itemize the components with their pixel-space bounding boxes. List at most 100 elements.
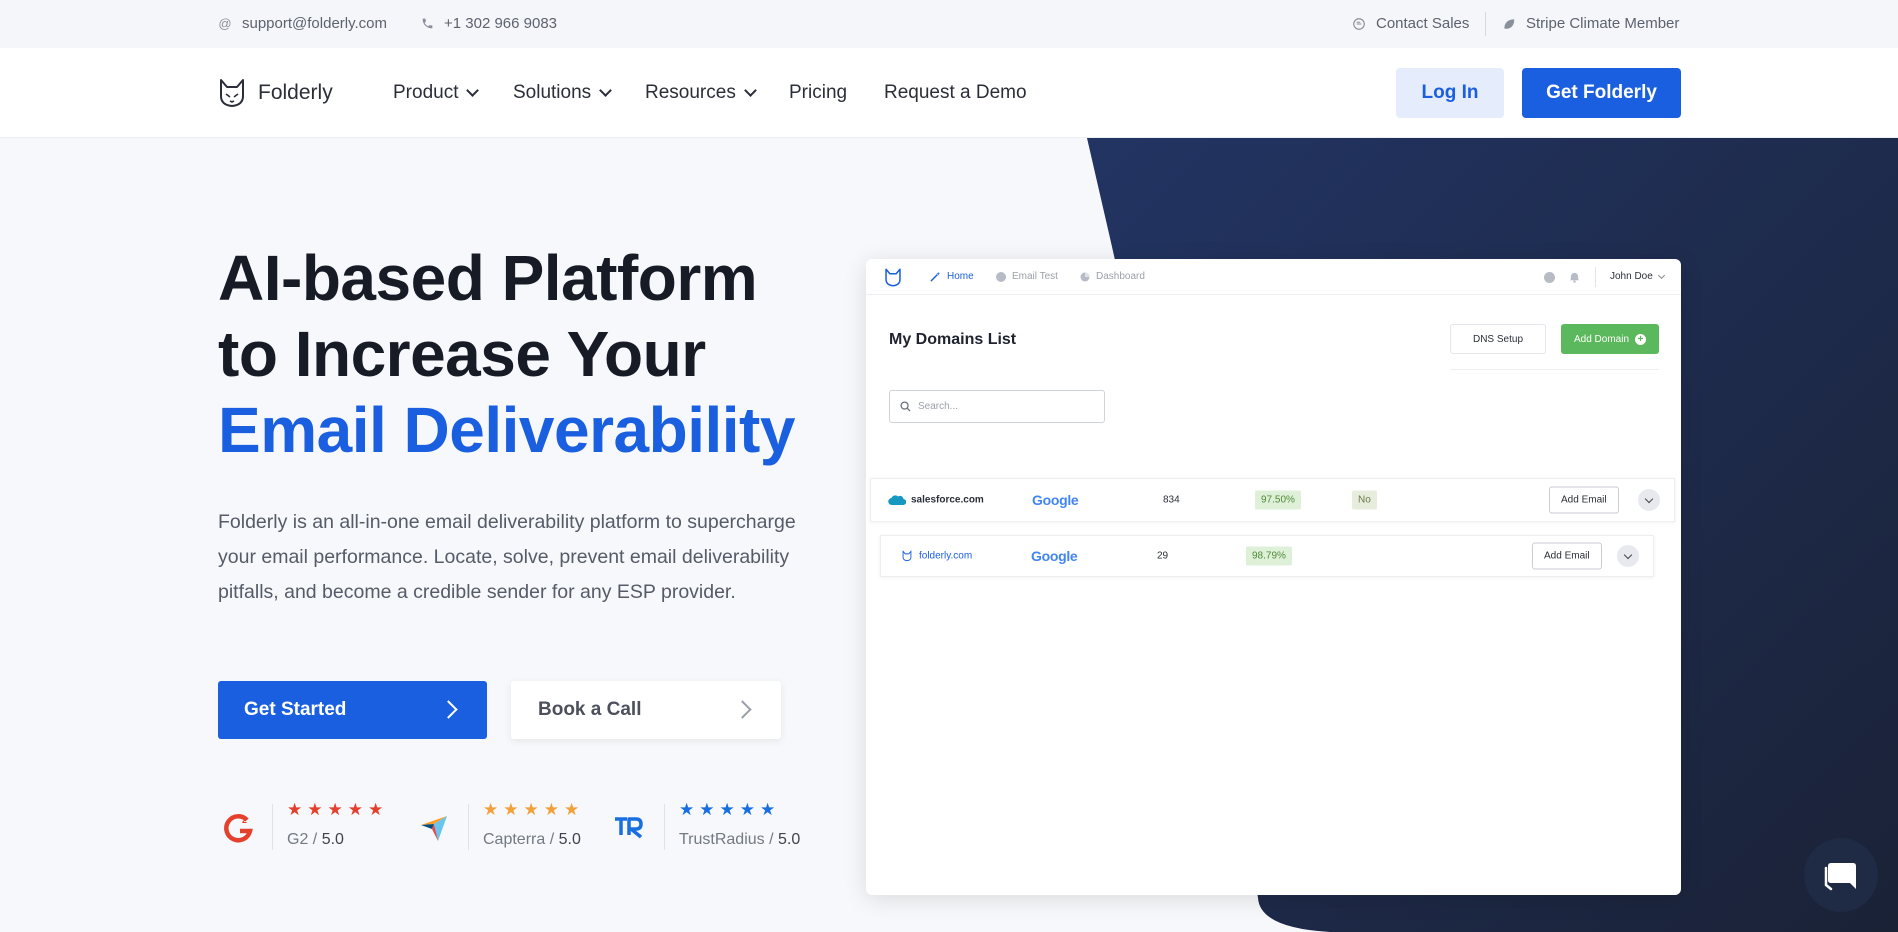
search-placeholder: Search... xyxy=(918,401,959,412)
rating-divider xyxy=(272,804,273,850)
get-started-label: Get Started xyxy=(244,699,347,720)
star-icon: ★ xyxy=(719,800,735,819)
nav-resources[interactable]: Resources xyxy=(645,82,757,104)
star-icon: ★ xyxy=(347,800,363,819)
fox-logo-icon xyxy=(220,79,244,107)
add-email-button[interactable]: Add Email xyxy=(1532,542,1602,570)
magic-wand-icon xyxy=(930,271,941,282)
row-provider-logo: Google xyxy=(1032,492,1079,508)
g2-score: 5.0 xyxy=(321,831,344,848)
fox-logo-icon xyxy=(885,268,901,287)
star-icon: ★ xyxy=(760,800,776,819)
get-started-button[interactable]: Get Started xyxy=(218,681,487,739)
bell-icon[interactable] xyxy=(1569,271,1580,283)
login-button[interactable]: Log In xyxy=(1396,68,1504,118)
app-top-bar: Home Email Test Dashboard John Doe xyxy=(866,259,1681,295)
brand-logo[interactable]: Folderly xyxy=(218,78,333,108)
add-domain-button[interactable]: Add Domain + xyxy=(1561,324,1659,354)
header-divider xyxy=(1450,369,1659,370)
nav-product[interactable]: Product xyxy=(393,82,480,104)
trustradius-score: 5.0 xyxy=(778,831,801,848)
salesforce-cloud-icon xyxy=(888,495,906,506)
expand-row-button[interactable] xyxy=(1638,489,1660,511)
contact-sales-text: Contact Sales xyxy=(1376,15,1470,32)
rating-g2[interactable]: 2 ★ ★ ★ ★ ★ G2 / 5.0 xyxy=(218,800,383,850)
domains-title: My Domains List xyxy=(889,331,1017,348)
dns-setup-button[interactable]: DNS Setup xyxy=(1450,324,1546,354)
domain-search-input[interactable]: Search... xyxy=(889,390,1105,423)
row-domain: folderly.com xyxy=(919,550,973,562)
capterra-rating-label: Capterra / 5.0 xyxy=(483,831,581,848)
capterra-score: 5.0 xyxy=(558,831,581,848)
trustradius-rating-label: TrustRadius / 5.0 xyxy=(679,831,801,848)
expand-row-button[interactable] xyxy=(1617,545,1639,567)
rating-trustradius[interactable]: ★ ★ ★ ★ ★ TrustRadius / 5.0 xyxy=(610,800,800,850)
add-email-button[interactable]: Add Email xyxy=(1549,486,1619,514)
get-folderly-button[interactable]: Get Folderly xyxy=(1522,68,1681,118)
chevron-down-icon xyxy=(743,84,757,97)
rating-capterra[interactable]: ★ ★ ★ ★ ★ Capterra / 5.0 xyxy=(414,800,581,850)
app-tab-home-label: Home xyxy=(947,271,974,282)
book-call-button[interactable]: Book a Call xyxy=(511,681,781,739)
main-navbar: Folderly Product Solutions Resources Pri… xyxy=(0,48,1898,138)
star-icon: ★ xyxy=(699,800,715,819)
add-domain-label: Add Domain xyxy=(1573,333,1630,345)
book-call-label: Book a Call xyxy=(538,699,642,720)
hero-title-line2: to Increase Your xyxy=(218,318,706,390)
capterra-source: Capterra xyxy=(483,831,546,848)
g2-rating-label: G2 / 5.0 xyxy=(287,831,344,848)
app-tab-email-test[interactable]: Email Test xyxy=(996,271,1058,282)
stripe-climate-link[interactable]: Stripe Climate Member xyxy=(1502,15,1679,32)
user-divider xyxy=(1595,267,1596,287)
row-count: 834 xyxy=(1163,494,1180,506)
info-circle-icon[interactable] xyxy=(1544,272,1555,283)
chevron-right-icon xyxy=(733,700,752,719)
search-icon xyxy=(900,401,911,412)
chevron-down-icon xyxy=(1657,271,1665,279)
support-phone[interactable]: +1 302 966 9083 xyxy=(420,15,557,32)
user-menu[interactable]: John Doe xyxy=(1610,271,1665,282)
nav-request-demo[interactable]: Request a Demo xyxy=(884,82,1027,104)
chevron-down-icon xyxy=(1644,494,1654,503)
topbar-divider xyxy=(1485,12,1486,36)
phone-icon xyxy=(420,17,434,31)
star-icon: ★ xyxy=(523,800,539,819)
domain-row[interactable]: folderly.com Google 29 98.79% Add Email xyxy=(880,535,1654,577)
nav-pricing-label: Pricing xyxy=(789,82,848,103)
g2-stars: ★ ★ ★ ★ ★ xyxy=(287,800,383,820)
app-tab-home[interactable]: Home xyxy=(930,271,974,282)
contact-sales-link[interactable]: Contact Sales xyxy=(1352,15,1469,32)
star-icon: ★ xyxy=(483,800,499,819)
row-count: 29 xyxy=(1157,550,1169,562)
app-tab-dashboard[interactable]: Dashboard xyxy=(1080,271,1145,282)
row-status-badge: No xyxy=(1352,490,1377,510)
support-email-text: support@folderly.com xyxy=(242,15,388,32)
app-tab-email-test-label: Email Test xyxy=(1012,271,1058,282)
plus-icon: + xyxy=(1635,333,1647,345)
domain-row[interactable]: salesforce.com Google 834 97.50% No Add … xyxy=(870,478,1675,522)
hero-title: AI-based Platform to Increase Your Email… xyxy=(218,240,795,468)
app-preview-window: Home Email Test Dashboard John Doe My Do… xyxy=(866,259,1681,895)
stripe-climate-text: Stripe Climate Member xyxy=(1526,15,1680,32)
star-icon: ★ xyxy=(739,800,755,819)
row-domain: salesforce.com xyxy=(911,494,984,506)
rating-divider xyxy=(664,804,665,850)
nav-pricing[interactable]: Pricing xyxy=(789,82,847,104)
nav-solutions-label: Solutions xyxy=(513,82,592,103)
nav-resources-label: Resources xyxy=(645,82,736,103)
chat-widget-button[interactable] xyxy=(1804,838,1878,912)
capterra-stars: ★ ★ ★ ★ ★ xyxy=(483,800,581,820)
nav-solutions[interactable]: Solutions xyxy=(513,82,613,104)
chat-bubble-icon xyxy=(1824,863,1856,891)
chat-bubble-icon xyxy=(1352,17,1366,31)
support-email[interactable]: @ support@folderly.com xyxy=(218,15,387,32)
app-tab-dashboard-label: Dashboard xyxy=(1096,271,1145,282)
at-icon: @ xyxy=(218,15,232,31)
star-icon: ★ xyxy=(679,800,695,819)
star-icon: ★ xyxy=(564,800,580,819)
hero-title-line1: AI-based Platform xyxy=(218,242,758,314)
info-circle-icon xyxy=(996,271,1006,282)
star-icon: ★ xyxy=(307,800,323,819)
top-bar: @ support@folderly.com +1 302 966 9083 C… xyxy=(0,0,1898,48)
rating-divider xyxy=(468,804,469,850)
